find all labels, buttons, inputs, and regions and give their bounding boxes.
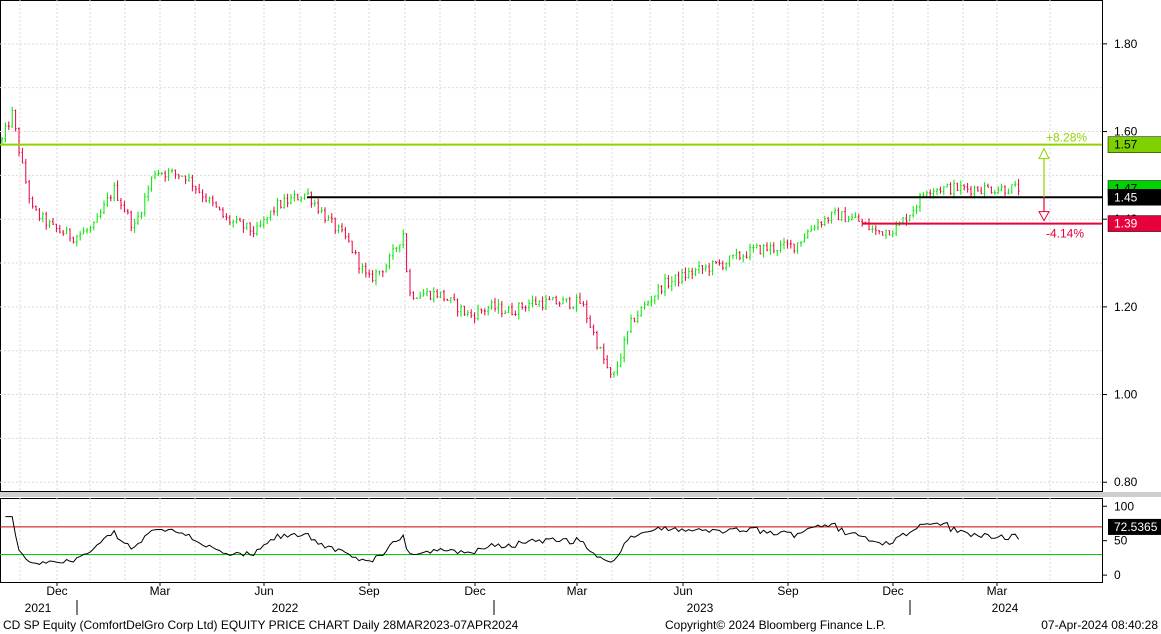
footer-security-description: CD SP Equity (ComfortDelGro Corp Ltd) EQ… (3, 618, 519, 632)
x-month-label: Dec (46, 584, 67, 598)
panel-divider (0, 492, 1161, 497)
price-chart: 0.801.001.201.401.601.80050100+8.28%-4.1… (0, 0, 1161, 615)
footer-timestamp: 07-Apr-2024 08:40:28 (1041, 618, 1158, 632)
y-tick-label: 1.80 (1114, 37, 1138, 51)
rsi-value-label: 72.5365 (1114, 520, 1158, 534)
x-month-label: Dec (882, 584, 903, 598)
x-month-label: Mar (567, 584, 588, 598)
current-level-tag: 1.45 (1114, 190, 1138, 204)
x-year-label: 2021 (25, 601, 52, 615)
y-tick-label: 1.20 (1114, 300, 1138, 314)
rsi-y-tick-label: 50 (1114, 534, 1128, 548)
chart-footer: CD SP Equity (ComfortDelGro Corp Ltd) EQ… (0, 617, 1161, 634)
support-tag: 1.39 (1114, 217, 1138, 231)
x-month-label: Jun (254, 584, 273, 598)
x-month-label: Mar (987, 584, 1008, 598)
y-tick-label: 1.00 (1114, 388, 1138, 402)
price-panel-frame (0, 0, 1103, 492)
x-month-label: Jun (673, 584, 692, 598)
upside-pct-label: +8.28% (1046, 131, 1087, 145)
x-year-label: 2023 (687, 601, 714, 615)
y-tick-label: 1.60 (1114, 125, 1138, 139)
rsi-panel-frame (0, 498, 1103, 583)
rsi-y-tick-label: 100 (1114, 499, 1134, 513)
x-year-label: 2022 (272, 601, 299, 615)
x-month-label: Mar (150, 584, 171, 598)
downside-pct-label: -4.14% (1046, 227, 1084, 241)
resistance-tag: 1.57 (1114, 138, 1138, 152)
x-year-label: 2024 (992, 601, 1019, 615)
x-month-label: Sep (358, 584, 380, 598)
y-tick-label: 0.80 (1114, 475, 1138, 489)
x-month-label: Sep (777, 584, 799, 598)
rsi-y-tick-label: 0 (1114, 568, 1121, 582)
footer-copyright: Copyright© 2024 Bloomberg Finance L.P. (665, 618, 886, 632)
x-month-label: Dec (464, 584, 485, 598)
